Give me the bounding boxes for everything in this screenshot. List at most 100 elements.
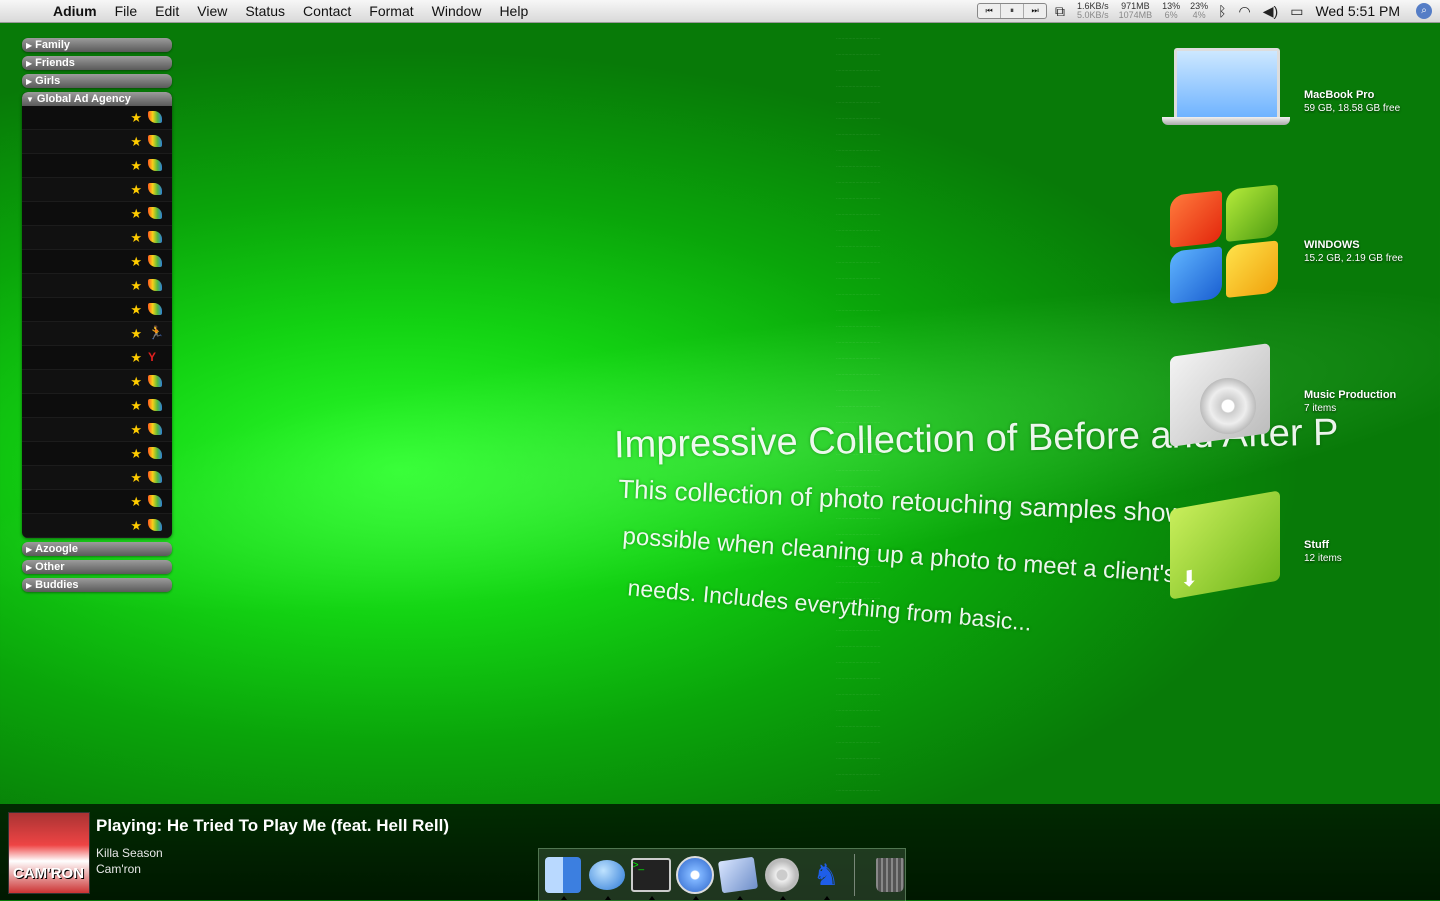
menu-extras: ⏮ ⏸ ⏭ ⧉ 1.6KB/s 5.0KB/s 971MB 1074MB 13%… [977, 0, 1440, 22]
contact-row[interactable]: ★ [22, 442, 172, 466]
star-icon: ★ [130, 350, 142, 365]
contact-row[interactable]: ★ [22, 226, 172, 250]
menu-edit[interactable]: Edit [146, 0, 188, 22]
menu-clock[interactable]: Wed 5:51 PM [1315, 3, 1400, 19]
group-global-ad-agency-expanded: ▼ Global Ad Agency ★ ★ ★ ★ ★ ★ ★ ★ ★ ★ 🏃 ★ Y ★ ★ ★ ★ ★ ★ ★ [22, 92, 172, 538]
disclosure-right-icon: ▶ [26, 563, 33, 572]
menu-window[interactable]: Window [423, 0, 491, 22]
msn-butterfly-icon [148, 279, 162, 291]
msn-butterfly-icon [148, 231, 162, 243]
menu-contact[interactable]: Contact [294, 0, 360, 22]
group-buddies[interactable]: ▶ Buddies [22, 578, 172, 592]
windows-logo-icon [1170, 184, 1280, 306]
star-icon: ★ [130, 230, 142, 245]
album-art[interactable]: CAM'RON [8, 812, 90, 894]
star-icon: ★ [130, 398, 142, 413]
contact-row[interactable]: ★ [22, 298, 172, 322]
dock-ichat[interactable] [585, 853, 629, 900]
contact-row[interactable]: ★ Y [22, 346, 172, 370]
previous-track-button[interactable]: ⏮ [978, 4, 1002, 18]
dock-mail[interactable] [717, 853, 761, 900]
disclosure-right-icon: ▶ [26, 581, 33, 590]
group-label: Girls [35, 75, 61, 87]
desktop-icon-macbook-pro[interactable]: MacBook Pro 59 GB, 18.58 GB free [1160, 40, 1440, 160]
dock-itunes[interactable] [760, 853, 804, 900]
dock-trash[interactable] [863, 853, 907, 897]
group-girls[interactable]: ▶ Girls [22, 74, 172, 88]
msn-butterfly-icon [148, 471, 162, 483]
star-icon: ★ [130, 302, 142, 317]
disclosure-right-icon: ▶ [26, 77, 33, 86]
wallpaper-text-column: ........................................… [836, 35, 881, 793]
contact-row[interactable]: ★ 🏃 [22, 322, 172, 346]
star-icon: ★ [130, 446, 142, 461]
contact-row[interactable]: ★ [22, 466, 172, 490]
wifi-icon[interactable]: ◠ [1239, 3, 1251, 20]
group-azoogle[interactable]: ▶ Azoogle [22, 542, 172, 556]
desktop-icon-windows[interactable]: WINDOWS 15.2 GB, 2.19 GB free [1160, 184, 1440, 310]
cpu-meter-2[interactable]: 23% 4% [1190, 2, 1208, 20]
dock-terminal[interactable]: >_ [629, 853, 673, 900]
cpu-meter-1[interactable]: 13% 6% [1162, 2, 1180, 20]
msn-butterfly-icon [148, 159, 162, 171]
menu-status[interactable]: Status [236, 0, 294, 22]
terminal-icon: >_ [630, 858, 671, 892]
contact-row[interactable]: ★ [22, 154, 172, 178]
group-global-ad-agency[interactable]: ▼ Global Ad Agency [22, 92, 172, 106]
contact-row[interactable]: ★ [22, 274, 172, 298]
contact-row[interactable]: ★ [22, 418, 172, 442]
contact-row[interactable]: ★ [22, 178, 172, 202]
msn-butterfly-icon [148, 111, 162, 123]
mem-bottom: 1074MB [1118, 10, 1153, 20]
net-download: 5.0KB/s [1077, 10, 1109, 20]
menu-app-name[interactable]: Adium [44, 0, 106, 22]
group-label: Friends [35, 57, 75, 69]
group-family[interactable]: ▶ Family [22, 38, 172, 52]
menu-format[interactable]: Format [360, 0, 422, 22]
down-arrow-icon: ⬇ [1180, 564, 1199, 593]
folder-detail: 12 items [1304, 553, 1342, 564]
group-label: Other [35, 561, 65, 573]
menu-file[interactable]: File [106, 0, 147, 22]
volume-icon[interactable]: ◀) [1263, 3, 1278, 20]
desktop-icon-stuff[interactable]: ⬇ Stuff 12 items [1160, 490, 1440, 610]
memory-meter[interactable]: 971MB 1074MB [1119, 2, 1153, 20]
group-friends[interactable]: ▶ Friends [22, 56, 172, 70]
disclosure-right-icon: ▶ [26, 545, 33, 554]
contact-row[interactable]: ★ [22, 394, 172, 418]
contact-row[interactable]: ★ [22, 202, 172, 226]
battery-icon[interactable]: ▭ [1290, 3, 1303, 20]
msn-butterfly-icon [148, 423, 162, 435]
itunes-icon [765, 858, 800, 892]
contact-row[interactable]: ★ [22, 514, 172, 538]
contact-row[interactable]: ★ [22, 370, 172, 394]
dock-separator [854, 854, 856, 896]
contact-row[interactable]: ★ [22, 250, 172, 274]
group-other[interactable]: ▶ Other [22, 560, 172, 574]
spotlight-icon[interactable]: ⌕ [1416, 3, 1432, 19]
group-label: Azoogle [35, 543, 78, 555]
pause-button[interactable]: ⏸ [1001, 4, 1025, 18]
folder-name: Music Production [1304, 389, 1397, 401]
dock-safari[interactable] [673, 853, 717, 900]
window-switch-icon[interactable]: ⧉ [1055, 3, 1065, 20]
contact-row[interactable]: ★ [22, 106, 172, 130]
next-track-button[interactable]: ⏭ [1024, 4, 1046, 18]
msn-butterfly-icon [148, 519, 162, 531]
menu-bar: Adium File Edit View Status Contact Form… [0, 0, 1440, 23]
bluetooth-icon[interactable]: ᛒ [1218, 3, 1226, 19]
contact-row[interactable]: ★ [22, 130, 172, 154]
menu-view[interactable]: View [188, 0, 236, 22]
star-icon: ★ [130, 470, 142, 485]
star-icon: ★ [130, 518, 142, 533]
contact-row[interactable]: ★ [22, 490, 172, 514]
dock: >_ ♞ [538, 848, 906, 901]
star-icon: ★ [130, 206, 142, 221]
contact-rows: ★ ★ ★ ★ ★ ★ ★ ★ ★ ★ 🏃 ★ Y ★ ★ ★ ★ ★ ★ ★ [22, 106, 172, 538]
menu-help[interactable]: Help [490, 0, 537, 22]
dock-finder[interactable] [541, 853, 585, 900]
dock-adium[interactable]: ♞ [804, 853, 848, 900]
desktop-icon-music-production[interactable]: Music Production 7 items [1160, 340, 1440, 460]
drive-name: MacBook Pro [1304, 89, 1375, 101]
network-meter[interactable]: 1.6KB/s 5.0KB/s [1077, 2, 1109, 20]
